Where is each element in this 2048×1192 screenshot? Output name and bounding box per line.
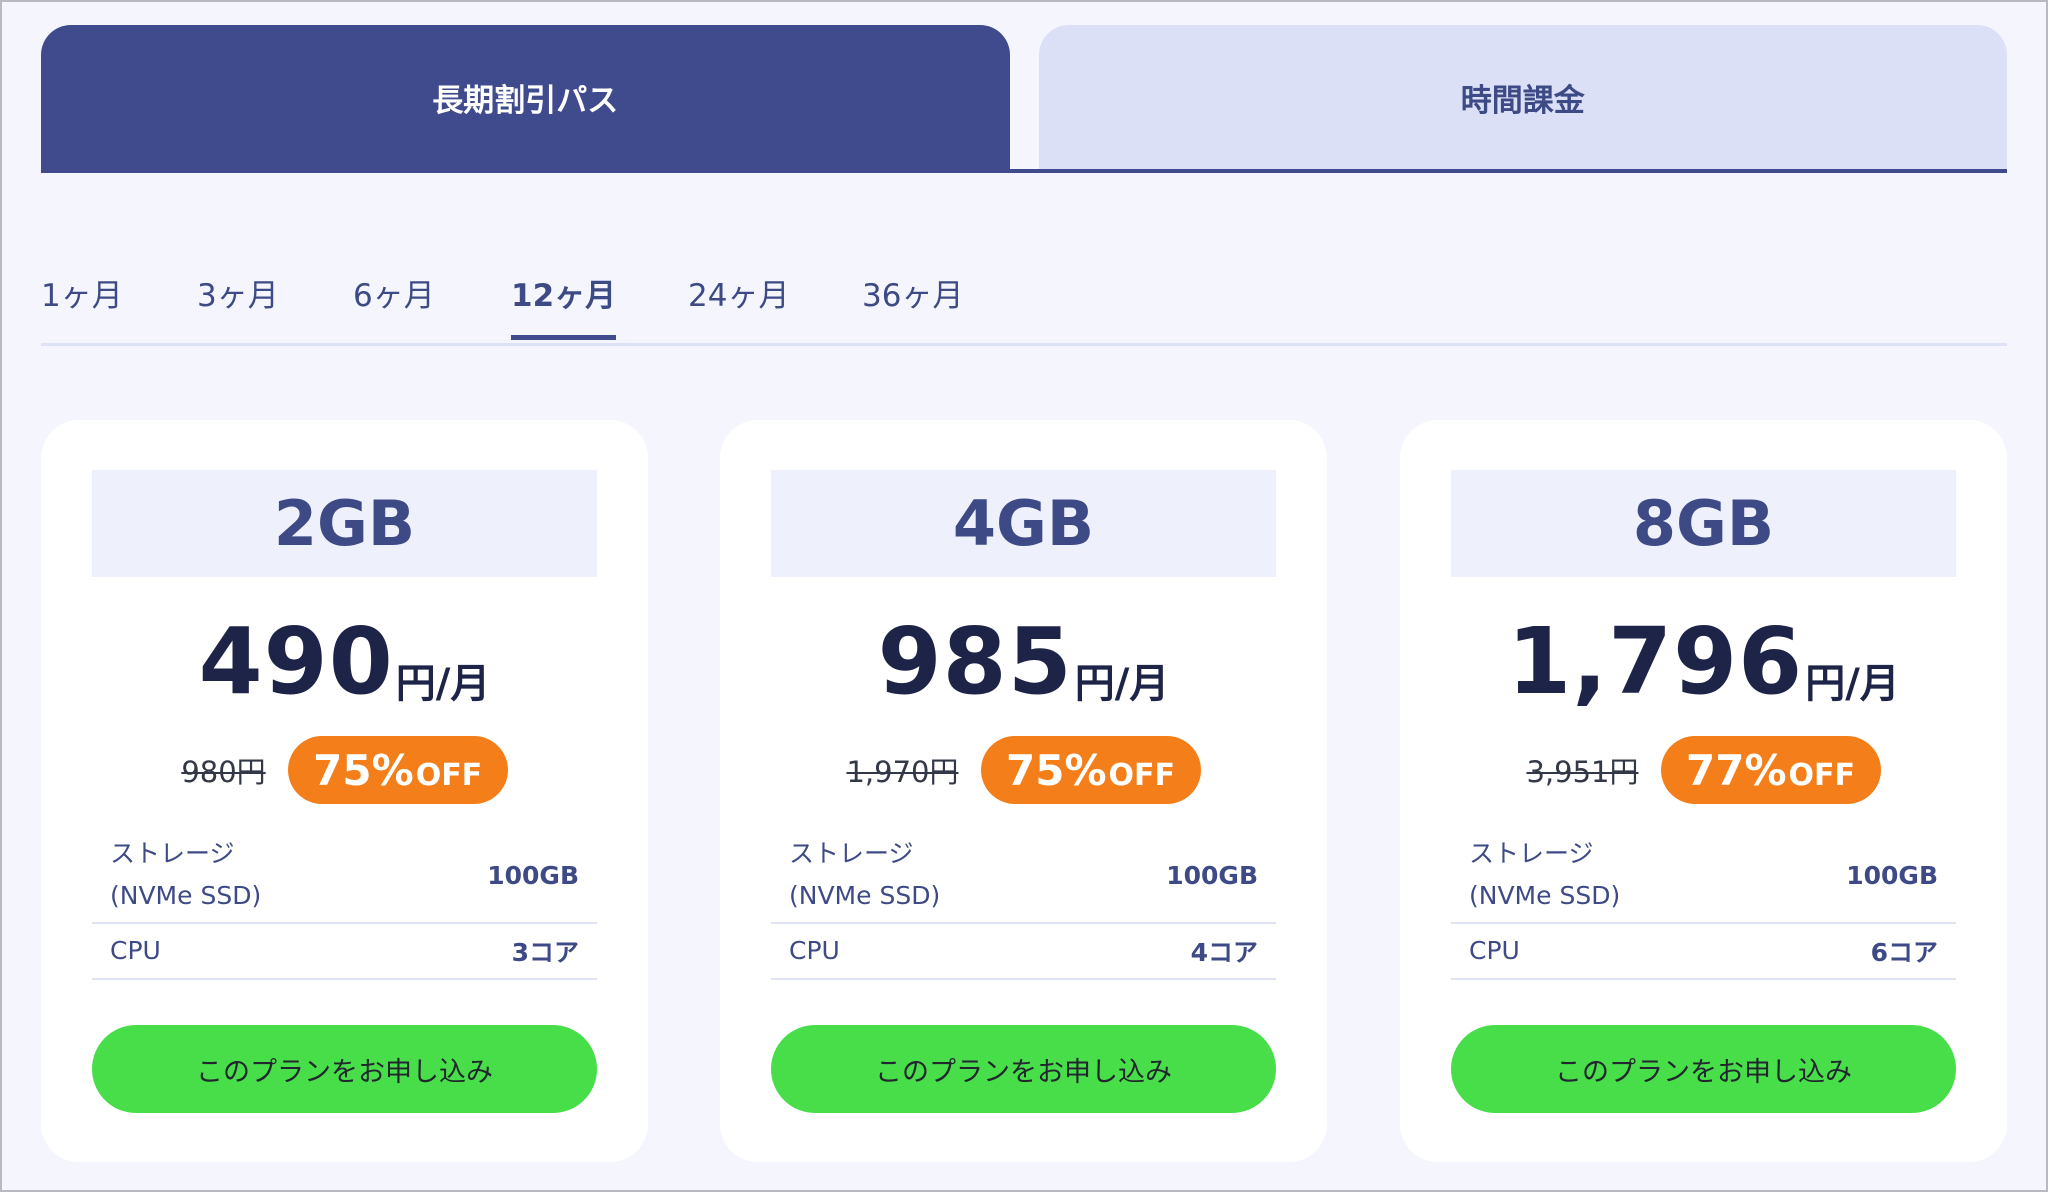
tab-period-6-months[interactable]: 6ヶ月 — [353, 270, 435, 340]
spec-row-storage: ストレージ (NVMe SSD) 100GB — [92, 828, 597, 924]
price-amount: 1,796 — [1507, 608, 1804, 715]
plan-card-8gb: 8GB 1,796 円/月 3,951円 77% OFF ストレージ (NVMe… — [1400, 420, 2007, 1162]
cpu-value: 3コア — [511, 938, 579, 967]
cpu-label: CPU — [1469, 936, 1520, 965]
apply-plan-button[interactable]: このプランをお申し込み — [92, 1025, 597, 1113]
spec-row-cpu: CPU 6コア — [1451, 924, 1956, 980]
storage-value: 100GB — [1166, 860, 1258, 890]
apply-plan-button[interactable]: このプランをお申し込み — [1451, 1025, 1956, 1113]
storage-label: ストレージ — [1469, 839, 1594, 868]
spec-row-storage: ストレージ (NVMe SSD) 100GB — [1451, 828, 1956, 924]
tab-period-24-months[interactable]: 24ヶ月 — [688, 270, 789, 340]
spec-row-cpu: CPU 3コア — [92, 924, 597, 980]
discount-suffix: OFF — [1788, 758, 1856, 793]
price-amount: 985 — [877, 608, 1073, 715]
discount-row: 980円 75% OFF — [41, 736, 648, 804]
plan-card-4gb: 4GB 985 円/月 1,970円 75% OFF ストレージ (NVMe S… — [720, 420, 1327, 1162]
spec-label-storage: ストレージ (NVMe SSD) — [110, 833, 261, 917]
spec-label-storage: ストレージ (NVMe SSD) — [1469, 833, 1620, 917]
tab-period-1-month[interactable]: 1ヶ月 — [41, 270, 123, 340]
discount-badge: 75% OFF — [980, 736, 1201, 804]
plan-name: 2GB — [92, 470, 597, 577]
tab-period-36-months[interactable]: 36ヶ月 — [862, 270, 963, 340]
cpu-value: 4コア — [1190, 938, 1258, 967]
spec-row-storage: ストレージ (NVMe SSD) 100GB — [771, 828, 1276, 924]
price: 1,796 円/月 — [1400, 608, 2007, 708]
discount-badge: 77% OFF — [1660, 736, 1881, 804]
discount-percent: 75% — [313, 746, 414, 795]
spec-table: ストレージ (NVMe SSD) 100GB CPU 4コア — [771, 828, 1276, 980]
discount-suffix: OFF — [415, 758, 483, 793]
spec-row-cpu: CPU 4コア — [771, 924, 1276, 980]
spec-label-storage: ストレージ (NVMe SSD) — [789, 833, 940, 917]
spec-table: ストレージ (NVMe SSD) 100GB CPU 6コア — [1451, 828, 1956, 980]
price-unit: 円/月 — [395, 661, 491, 707]
plan-name: 4GB — [771, 470, 1276, 577]
storage-sublabel: (NVMe SSD) — [110, 881, 262, 910]
spec-table: ストレージ (NVMe SSD) 100GB CPU 3コア — [92, 828, 597, 980]
discount-percent: 75% — [1006, 746, 1107, 795]
price-unit: 円/月 — [1805, 661, 1900, 707]
cpu-label: CPU — [789, 936, 840, 965]
plan-card-2gb: 2GB 490 円/月 980円 75% OFF ストレージ (NVMe SSD… — [41, 420, 648, 1162]
apply-plan-button[interactable]: このプランをお申し込み — [771, 1025, 1276, 1113]
cpu-label: CPU — [110, 936, 161, 965]
period-tabs: 1ヶ月 3ヶ月 6ヶ月 12ヶ月 24ヶ月 36ヶ月 — [41, 248, 2007, 346]
plan-type-tabs: 長期割引パス 時間課金 — [41, 25, 2007, 173]
storage-label: ストレージ — [789, 839, 914, 868]
discount-badge: 75% OFF — [287, 736, 508, 804]
storage-sublabel: (NVMe SSD) — [1469, 881, 1621, 910]
tab-period-3-months[interactable]: 3ヶ月 — [197, 270, 279, 340]
price-unit: 円/月 — [1074, 661, 1170, 707]
storage-value: 100GB — [487, 860, 579, 890]
discount-percent: 77% — [1686, 746, 1787, 795]
discount-row: 3,951円 77% OFF — [1400, 736, 2007, 804]
cpu-value: 6コア — [1870, 938, 1938, 967]
tab-long-term-discount-pass[interactable]: 長期割引パス — [41, 25, 1010, 169]
price: 985 円/月 — [720, 608, 1327, 708]
price: 490 円/月 — [41, 608, 648, 708]
original-price: 3,951円 — [1526, 755, 1639, 789]
plan-cards: 2GB 490 円/月 980円 75% OFF ストレージ (NVMe SSD… — [41, 420, 2007, 1162]
tab-period-12-months[interactable]: 12ヶ月 — [511, 270, 617, 340]
original-price: 980円 — [181, 755, 266, 789]
storage-label: ストレージ — [110, 839, 235, 868]
original-price: 1,970円 — [846, 755, 959, 789]
plan-name: 8GB — [1451, 470, 1956, 577]
discount-row: 1,970円 75% OFF — [720, 736, 1327, 804]
tab-hourly-billing[interactable]: 時間課金 — [1038, 25, 2007, 169]
storage-value: 100GB — [1846, 860, 1938, 890]
price-amount: 490 — [198, 608, 394, 715]
storage-sublabel: (NVMe SSD) — [789, 881, 941, 910]
discount-suffix: OFF — [1108, 758, 1176, 793]
